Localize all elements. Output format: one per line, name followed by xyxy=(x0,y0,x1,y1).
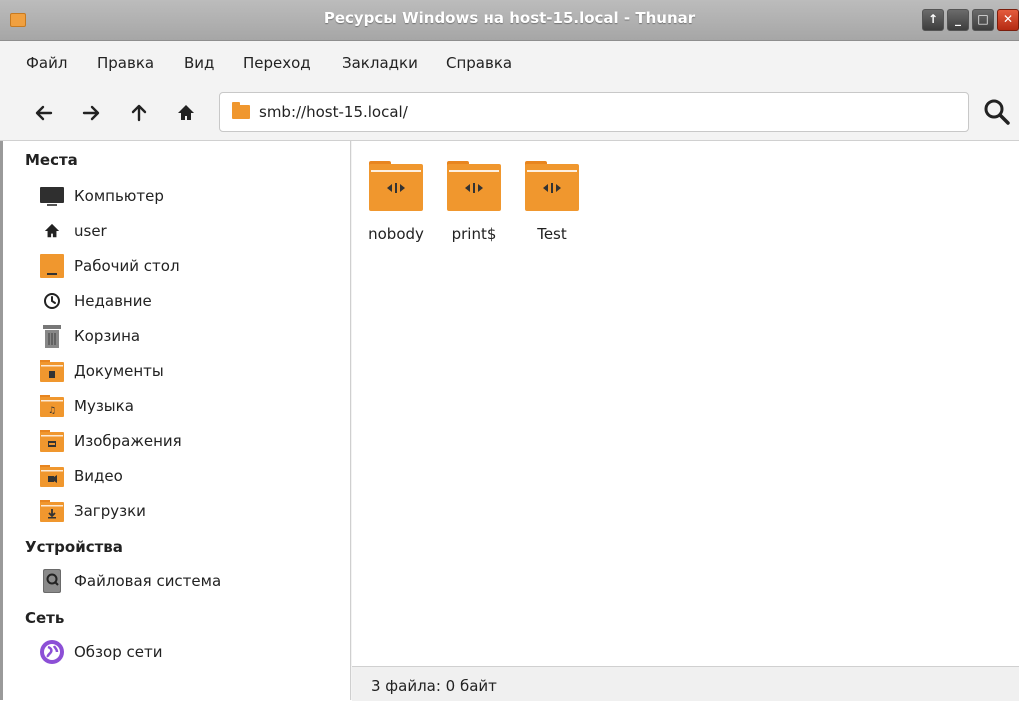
sidebar-item-documents[interactable]: Документы xyxy=(39,356,164,386)
menu-help[interactable]: Справка xyxy=(446,54,512,72)
close-button[interactable]: ✕ xyxy=(997,9,1019,31)
music-folder-icon: ♫ xyxy=(39,393,65,419)
sidebar-item-label: Рабочий стол xyxy=(74,257,180,275)
home-button[interactable] xyxy=(171,98,201,128)
svg-text:♫: ♫ xyxy=(48,406,56,416)
file-view[interactable]: nobody print$ Test xyxy=(352,141,1019,666)
home-icon xyxy=(39,218,65,244)
network-icon xyxy=(39,639,65,665)
up-button[interactable] xyxy=(124,98,154,128)
file-item-print[interactable]: print$ xyxy=(434,161,514,243)
sidebar-item-user[interactable]: user xyxy=(39,216,107,246)
network-heading: Сеть xyxy=(25,609,65,627)
file-name: print$ xyxy=(451,225,497,243)
thunar-window: Ресурсы Windows на host-15.local - Thuna… xyxy=(0,0,1019,701)
window-controls: ↑ _ □ ✕ xyxy=(922,9,1019,31)
sidebar-item-network[interactable]: Обзор сети xyxy=(39,637,162,667)
search-icon xyxy=(984,99,1010,125)
minimize-button[interactable]: _ xyxy=(947,9,969,31)
sidebar-item-label: Файловая система xyxy=(74,572,222,590)
location-bar[interactable]: smb://host-15.local/ xyxy=(219,92,969,132)
computer-icon xyxy=(39,183,65,209)
arrow-left-icon xyxy=(35,105,53,121)
sidebar-item-recent[interactable]: Недавние xyxy=(39,286,152,316)
window-title: Ресурсы Windows на host-15.local - Thuna… xyxy=(323,9,696,27)
toolbar: smb://host-15.local/ xyxy=(0,85,1019,141)
sidebar-item-label: Видео xyxy=(74,467,123,485)
file-item-nobody[interactable]: nobody xyxy=(356,161,436,243)
sidebar: Места Компьютер user Рабочий стол Недавн… xyxy=(0,141,351,700)
location-input[interactable]: smb://host-15.local/ xyxy=(259,103,408,121)
devices-heading: Устройства xyxy=(25,538,123,556)
sidebar-item-label: Загрузки xyxy=(74,502,146,520)
file-name: nobody xyxy=(368,225,424,243)
sidebar-item-label: Недавние xyxy=(74,292,152,310)
arrow-up-icon xyxy=(131,104,147,122)
menu-edit[interactable]: Правка xyxy=(97,54,154,72)
folder-icon xyxy=(232,102,250,119)
sidebar-item-label: Документы xyxy=(74,362,164,380)
network-share-folder-icon xyxy=(447,161,501,211)
search-button[interactable] xyxy=(980,95,1014,129)
network-share-folder-icon xyxy=(525,161,579,211)
downloads-folder-icon xyxy=(39,498,65,524)
sidebar-item-filesystem[interactable]: Файловая система xyxy=(39,566,221,596)
clock-icon xyxy=(39,288,65,314)
shade-button[interactable]: ↑ xyxy=(922,9,944,31)
sidebar-item-label: Компьютер xyxy=(74,187,164,205)
menu-view[interactable]: Вид xyxy=(184,54,214,72)
places-heading: Места xyxy=(25,151,78,169)
file-item-test[interactable]: Test xyxy=(512,161,592,243)
trash-icon xyxy=(39,323,65,349)
status-text: 3 файла: 0 байт xyxy=(371,677,497,695)
status-bar: 3 файла: 0 байт xyxy=(352,666,1019,701)
arrow-right-icon xyxy=(82,105,100,121)
sidebar-item-video[interactable]: Видео xyxy=(39,461,123,491)
menu-bar: Файл Правка Вид Переход Закладки Справка xyxy=(0,41,1019,85)
sidebar-item-label: Изображения xyxy=(74,432,182,450)
sidebar-item-label: Корзина xyxy=(74,327,141,345)
documents-folder-icon xyxy=(39,358,65,384)
sidebar-item-computer[interactable]: Компьютер xyxy=(39,181,164,211)
title-bar[interactable]: Ресурсы Windows на host-15.local - Thuna… xyxy=(0,0,1019,41)
sidebar-item-pictures[interactable]: Изображения xyxy=(39,426,182,456)
file-name: Test xyxy=(537,225,567,243)
sidebar-item-downloads[interactable]: Загрузки xyxy=(39,496,146,526)
forward-button[interactable] xyxy=(76,98,106,128)
network-share-folder-icon xyxy=(369,161,423,211)
maximize-button[interactable]: □ xyxy=(972,9,994,31)
sidebar-item-label: Музыка xyxy=(74,397,134,415)
sidebar-item-desktop[interactable]: Рабочий стол xyxy=(39,251,180,281)
sidebar-item-label: Обзор сети xyxy=(74,643,163,661)
menu-file[interactable]: Файл xyxy=(26,54,67,72)
video-folder-icon xyxy=(39,463,65,489)
drive-icon xyxy=(39,568,65,594)
sidebar-item-music[interactable]: ♫ Музыка xyxy=(39,391,134,421)
sidebar-item-trash[interactable]: Корзина xyxy=(39,321,140,351)
home-icon xyxy=(178,105,194,120)
menu-bookmarks[interactable]: Закладки xyxy=(342,54,418,72)
menu-go[interactable]: Переход xyxy=(243,54,311,72)
sidebar-item-label: user xyxy=(74,222,107,240)
desktop-icon xyxy=(39,253,65,279)
back-button[interactable] xyxy=(29,98,59,128)
pictures-folder-icon xyxy=(39,428,65,454)
